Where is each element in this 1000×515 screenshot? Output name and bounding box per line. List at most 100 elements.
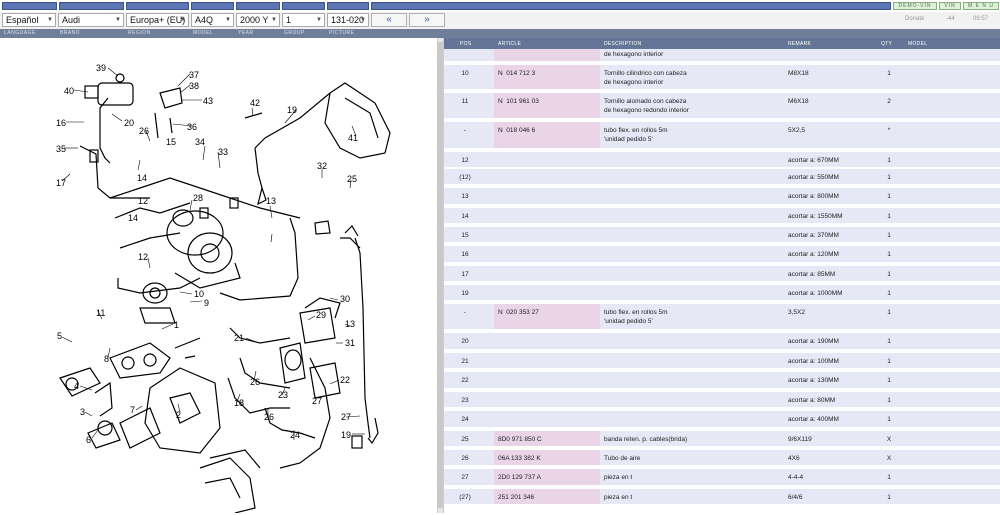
callout[interactable]: 39 (96, 63, 106, 73)
callout[interactable]: 17 (56, 178, 66, 188)
callout[interactable]: 32 (317, 161, 327, 171)
callout[interactable]: 33 (218, 147, 228, 157)
callout[interactable]: 12 (138, 196, 148, 206)
callout[interactable]: 34 (195, 137, 205, 147)
prev-picture-button[interactable]: « (371, 13, 407, 27)
callout[interactable]: 13 (266, 196, 276, 206)
toolbar-tab-1[interactable] (2, 2, 57, 10)
callout[interactable]: 26 (250, 377, 260, 387)
callout[interactable]: 29 (316, 310, 326, 320)
callout[interactable]: 9 (204, 298, 209, 308)
article-cell[interactable]: N 020 353 27 (498, 308, 539, 317)
table-row[interactable]: 14 acortar a: 1550MM 1 (444, 208, 1000, 225)
brand-select[interactable]: Audi ▼ (58, 13, 124, 27)
article-cell[interactable]: N 101 961 03 (498, 97, 539, 106)
table-row[interactable]: - N 018 046 6 tubo flex. en rollos 5m 'uni… (444, 122, 1000, 150)
callout[interactable]: 1 (174, 320, 179, 330)
article-cell[interactable]: 251 201 346 (498, 493, 534, 502)
callout[interactable]: 38 (189, 81, 199, 91)
callout[interactable]: 35 (56, 144, 66, 154)
article-cell[interactable]: 8D0 971 850 C (498, 435, 542, 444)
callout[interactable]: 16 (56, 118, 66, 128)
toolbar-tab-8[interactable] (371, 2, 891, 10)
vin-button[interactable]: VIN (939, 2, 961, 10)
next-picture-button[interactable]: » (409, 13, 445, 27)
table-row[interactable]: 12 acortar a: 670MM 1 (444, 152, 1000, 169)
model-select[interactable]: A4Q ▼ (191, 13, 234, 27)
callout[interactable]: 20 (124, 118, 134, 128)
callout[interactable]: 3 (80, 407, 85, 417)
callout[interactable]: 11 (96, 308, 105, 318)
table-row[interactable]: 20 acortar a: 190MM 1 (444, 333, 1000, 351)
table-row[interactable]: 16 acortar a: 120MM 1 (444, 246, 1000, 264)
callout[interactable]: 14 (128, 213, 138, 223)
language-select[interactable]: Español ▼ (2, 13, 56, 27)
callout[interactable]: 18 (234, 398, 244, 408)
article-cell[interactable]: 06A 133 382 K (498, 454, 541, 463)
table-row[interactable]: (12) acortar a: 550MM 1 (444, 169, 1000, 186)
callout[interactable]: 13 (345, 319, 355, 329)
callout[interactable]: 26 (264, 412, 274, 422)
article-cell[interactable]: 2D0 129 737 A (498, 473, 541, 482)
table-row[interactable]: 10 N 014 712 3 Tornillo cilindrico con cab… (444, 65, 1000, 91)
table-row[interactable]: - N 020 353 27 tubo flex. en rollos 5m 'un… (444, 304, 1000, 331)
table-row[interactable]: 13 acortar a: 800MM 1 (444, 188, 1000, 206)
region-select[interactable]: Europa+ (EU) ▼ (126, 13, 189, 27)
callout[interactable]: 5 (57, 331, 62, 341)
table-row[interactable]: (27) 251 201 346 pieza en t 6/4/6 1 (444, 489, 1000, 506)
donate-link[interactable]: Donate (905, 16, 924, 22)
callout[interactable]: 14 (137, 173, 147, 183)
toolbar-tab-2[interactable] (59, 2, 124, 10)
callout[interactable]: 42 (250, 98, 260, 108)
toolbar-tab-3[interactable] (126, 2, 189, 10)
callout[interactable]: 21 (234, 333, 244, 343)
toolbar-tab-6[interactable] (282, 2, 325, 10)
callout[interactable]: 8 (104, 354, 109, 364)
table-row[interactable]: 15 acortar a: 370MM 1 (444, 227, 1000, 244)
callout[interactable]: 7 (130, 405, 135, 415)
callout[interactable]: 12 (138, 252, 148, 262)
toolbar-tab-5[interactable] (236, 2, 280, 10)
callout[interactable]: 31 (345, 338, 355, 348)
table-row[interactable]: 11 N 101 961 03 Tornillo alomado con cabez… (444, 93, 1000, 120)
demo-vin-button[interactable]: DEMO-VIN (893, 2, 937, 10)
table-row[interactable]: 26 06A 133 382 K Tubo de aire 4X6 X (444, 450, 1000, 467)
callout[interactable]: 27 (312, 396, 322, 406)
table-row[interactable]: 17 acortar a: 85MM 1 (444, 266, 1000, 283)
toolbar-tab-7[interactable] (327, 2, 369, 10)
year-select[interactable]: 2000 Y ▼ (236, 13, 280, 27)
table-row[interactable]: 23 acortar a: 80MM 1 (444, 392, 1000, 409)
article-cell[interactable]: N 014 712 3 (498, 69, 535, 78)
callout[interactable]: 41 (348, 133, 358, 143)
table-row[interactable]: 27 2D0 129 737 A pieza en t 4-4-4 1 (444, 469, 1000, 487)
table-row[interactable]: 24 acortar a: 400MM 1 (444, 411, 1000, 429)
scrollbar-thumb[interactable] (438, 42, 443, 508)
callout[interactable]: 6 (86, 435, 91, 445)
callout[interactable]: 19 (341, 430, 351, 440)
callout[interactable]: 22 (340, 375, 350, 385)
callout[interactable]: 24 (290, 430, 300, 440)
article-cell[interactable]: N 018 046 6 (498, 126, 535, 135)
callout[interactable]: 25 (347, 174, 357, 184)
parts-diagram[interactable]: 39 37 38 43 40 20 16 26 15 36 34 33 35 1… (0, 38, 437, 514)
callout[interactable]: 23 (278, 390, 288, 400)
table-row[interactable]: de hexagono interior (444, 49, 1000, 63)
callout[interactable]: 30 (340, 294, 350, 304)
callout[interactable]: 4 (74, 381, 79, 391)
table-row[interactable]: 21 acortar a: 100MM 1 (444, 353, 1000, 370)
menu-button[interactable]: M E N U (963, 2, 999, 10)
callout[interactable]: 15 (166, 137, 176, 147)
callout[interactable]: 40 (64, 86, 74, 96)
table-row[interactable]: 22 acortar a: 130MM 1 (444, 372, 1000, 390)
toolbar-tab-4[interactable] (191, 2, 234, 10)
callout[interactable]: 36 (187, 122, 197, 132)
callout[interactable]: 26 (139, 126, 149, 136)
callout[interactable]: 27 (341, 412, 351, 422)
callout[interactable]: 10 (194, 289, 204, 299)
callout[interactable]: 28 (193, 193, 203, 203)
table-row[interactable]: 19 acortar a: 1000MM 1 (444, 285, 1000, 302)
table-row[interactable]: 25 8D0 971 850 C banda reten. p. cables(br… (444, 431, 1000, 448)
callout[interactable]: 2 (176, 410, 181, 420)
callout[interactable]: 37 (189, 70, 199, 80)
callout[interactable]: 43 (203, 96, 213, 106)
